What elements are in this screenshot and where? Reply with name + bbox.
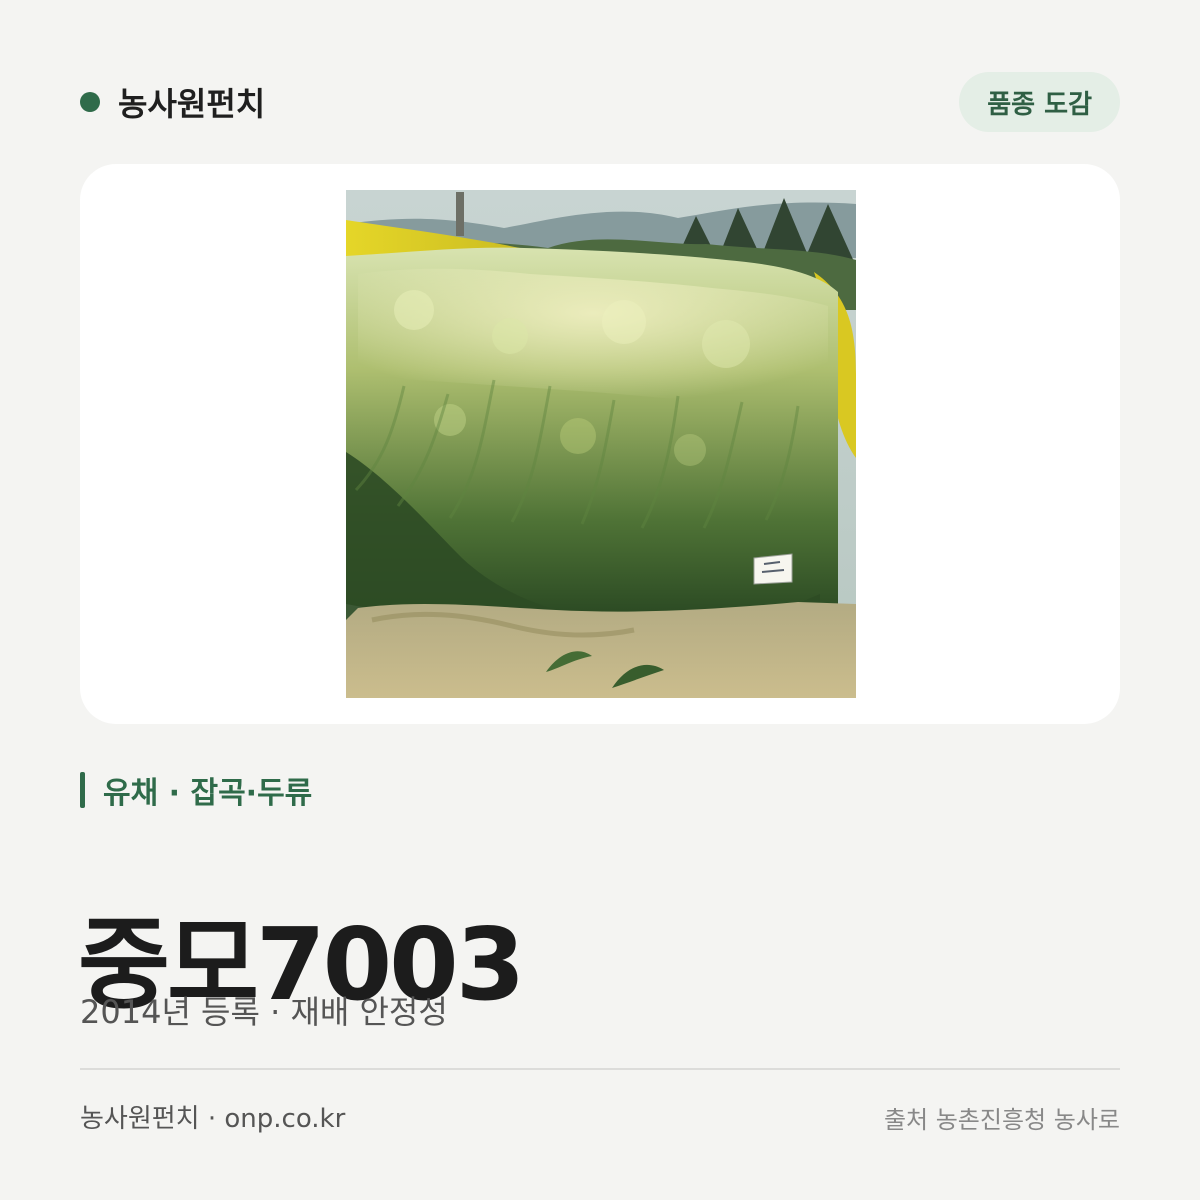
brand-dot — [80, 92, 100, 112]
category-badge: 품종 도감 — [959, 72, 1120, 132]
category-accent-bar — [80, 772, 85, 808]
brand-name: 농사원펀치 — [118, 85, 266, 123]
header: 농사원펀치 품종 도감 — [80, 72, 1120, 132]
category-text: 유채 · 잡곡·두류 — [103, 776, 313, 811]
site-footer-text: 농사원펀치 · onp.co.kr — [80, 1104, 346, 1134]
footer-divider — [80, 1068, 1120, 1070]
source-text: 출처 농촌진흥청 농사로 — [883, 1106, 1120, 1134]
rapeseed-field-photo — [346, 190, 856, 698]
brand: 농사원펀치 — [80, 79, 265, 125]
image-card — [80, 164, 1120, 724]
category-label: 유채 · 잡곡·두류 — [80, 770, 313, 811]
variety-summary: 2014년 등록 · 재배 안정성 — [80, 993, 448, 1031]
